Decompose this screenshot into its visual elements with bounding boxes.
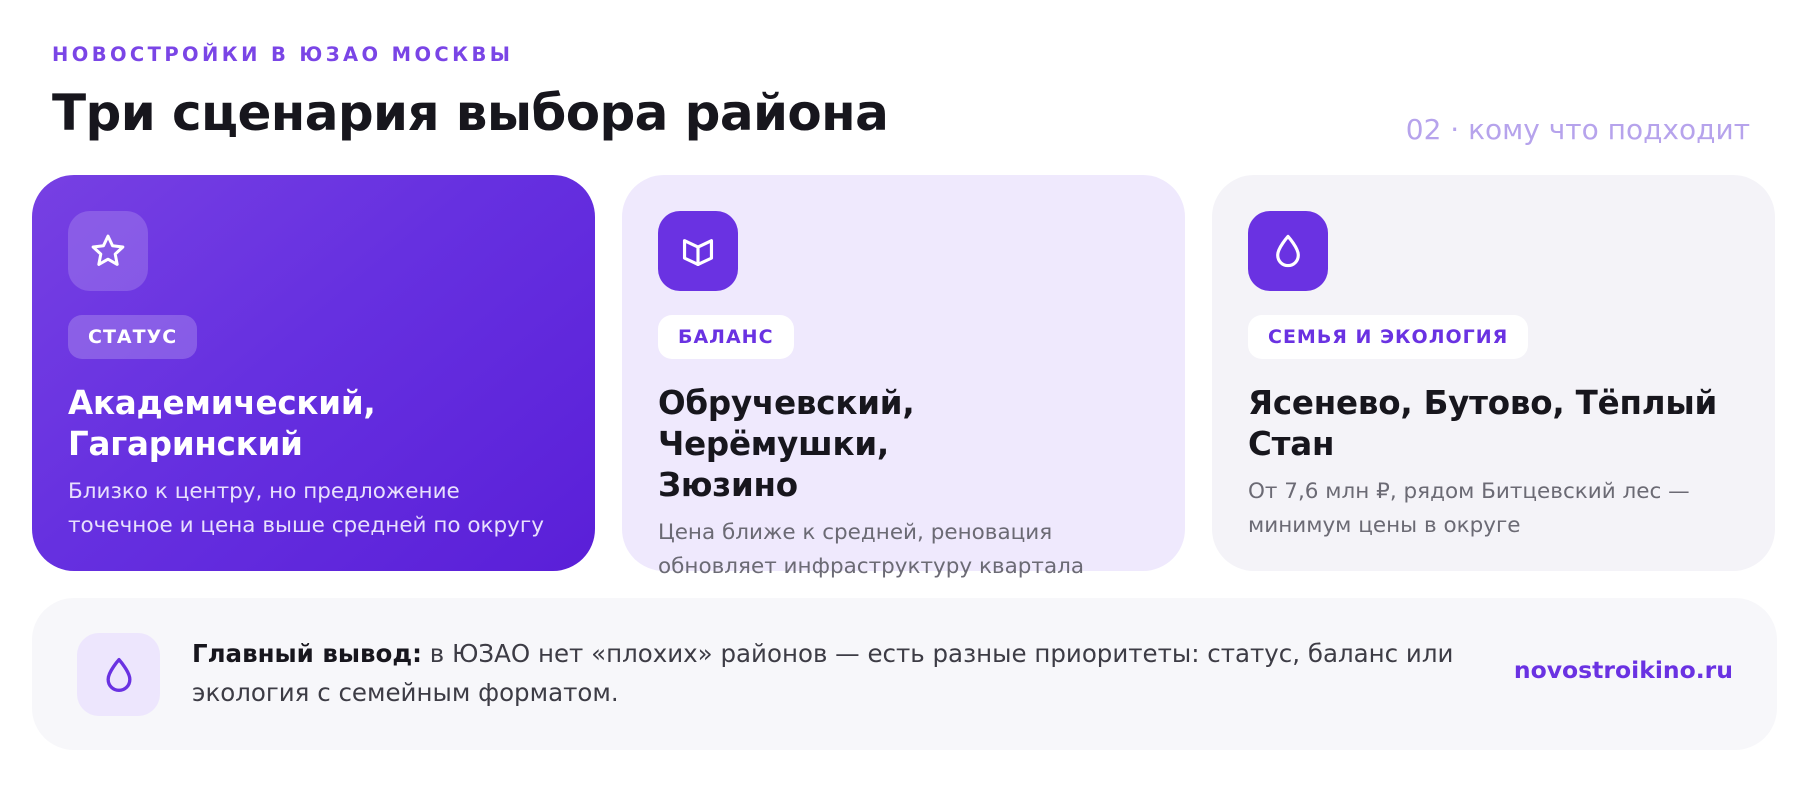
card-title-line: Обручевский, Черёмушки, (658, 384, 915, 463)
card-tag: СТАТУС (68, 315, 198, 359)
card-title-line: Гагаринский (68, 425, 303, 463)
card-title: Академический, Гагаринский (68, 383, 559, 465)
card-title-line: Ясенево, Бутово, Тёплый (1248, 384, 1718, 422)
summary-line: экология с семейным форматом. (192, 678, 619, 707)
card-description: От 7,6 млн ₽, рядом Битцевский лес — мин… (1248, 475, 1739, 543)
card-status[interactable]: СТАТУС Академический, Гагаринский Близко… (32, 175, 595, 571)
drop-icon (77, 633, 160, 716)
card-tag: БАЛАНС (658, 315, 794, 359)
card-title: Обручевский, Черёмушки, Зюзино (658, 383, 1149, 506)
scenario-cards: СТАТУС Академический, Гагаринский Близко… (32, 175, 1775, 579)
card-title-line: Стан (1248, 425, 1335, 463)
page-title: Три сценария выбора района (52, 84, 889, 142)
card-description: Близко к центру, но предложение точечное… (68, 475, 559, 543)
summary-label: Главный вывод: (192, 639, 422, 668)
star-icon (68, 211, 148, 291)
card-tag: СЕМЬЯ И ЭКОЛОГИЯ (1248, 315, 1529, 359)
card-title-line: Зюзино (658, 466, 798, 504)
card-description: Цена ближе к средней, реновация обновляе… (658, 516, 1149, 584)
open-book-icon (658, 211, 738, 291)
drop-icon (1248, 211, 1328, 291)
card-description-line: обновляет инфраструктуру квартала (658, 554, 1085, 579)
card-description-line: От 7,6 млн ₽, рядом Битцевский лес — (1248, 479, 1690, 504)
card-balance[interactable]: БАЛАНС Обручевский, Черёмушки, Зюзино Це… (622, 175, 1185, 579)
page-eyebrow: НОВОСТРОЙКИ В ЮЗАО МОСКВЫ (52, 43, 514, 66)
summary-line: Главный вывод: в ЮЗАО нет «плохих» район… (192, 634, 1462, 673)
card-description-line: Цена ближе к средней, реновация (658, 520, 1053, 545)
site-link[interactable]: novostroikino.ru (1514, 656, 1733, 684)
card-description-line: точечное и цена выше средней по округу (68, 513, 544, 538)
card-family[interactable]: СЕМЬЯ И ЭКОЛОГИЯ Ясенево, Бутово, Тёплый… (1212, 175, 1775, 571)
card-title-line: Академический, (68, 384, 376, 422)
section-label: 02 · кому что подходит (1405, 113, 1750, 146)
card-description-line: минимум цены в округе (1248, 513, 1521, 538)
summary-line-text: в ЮЗАО нет «плохих» районов — есть разны… (421, 639, 1454, 668)
summary-panel: Главный вывод: в ЮЗАО нет «плохих» район… (32, 598, 1777, 750)
card-title: Ясенево, Бутово, Тёплый Стан (1248, 383, 1739, 465)
summary-text: Главный вывод: в ЮЗАО нет «плохих» район… (192, 634, 1462, 712)
card-description-line: Близко к центру, но предложение (68, 479, 460, 504)
